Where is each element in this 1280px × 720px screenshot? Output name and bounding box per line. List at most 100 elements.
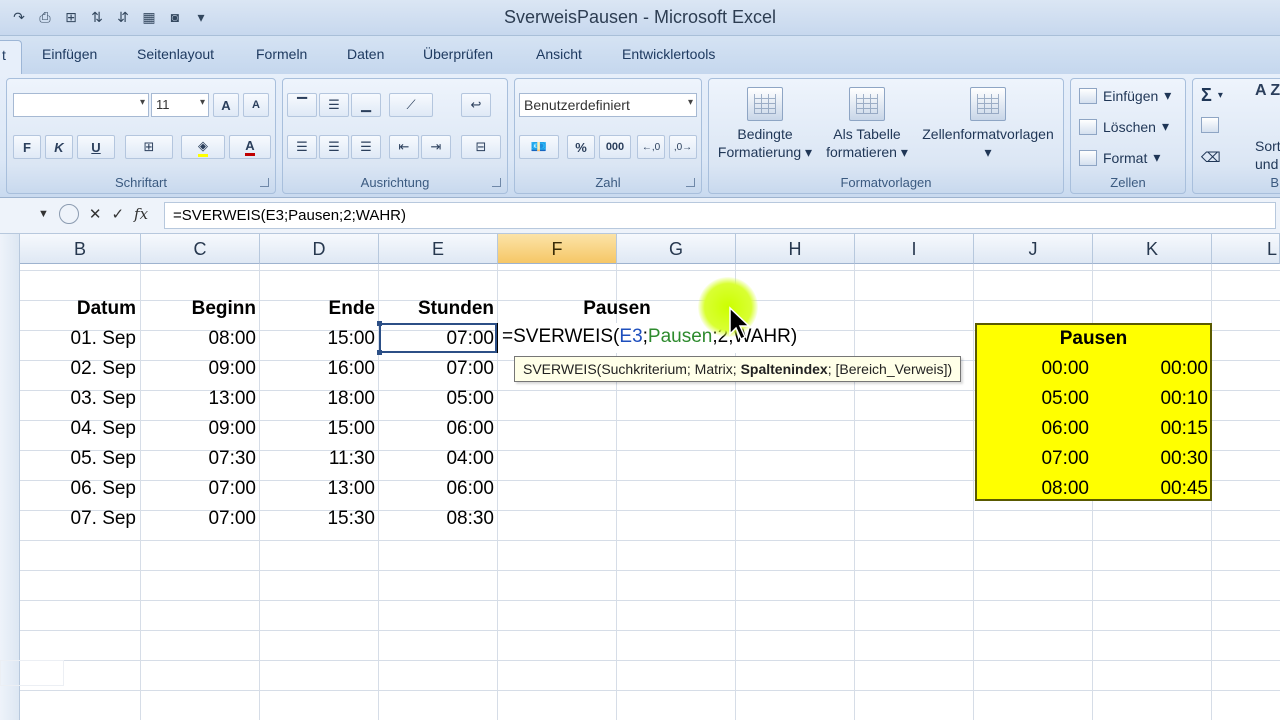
shrink-font-button[interactable]: A — [243, 93, 269, 117]
cell-datum[interactable]: 07. Sep — [20, 504, 137, 534]
column-header-e[interactable]: E — [379, 234, 498, 264]
lookup-pause[interactable]: 00:30 — [1093, 444, 1208, 474]
cell-datum[interactable]: 02. Sep — [20, 354, 137, 384]
align-bottom-button[interactable]: ▁ — [351, 93, 381, 117]
cell-stunden[interactable]: 05:00 — [379, 384, 494, 414]
cancel-icon[interactable]: ✕ — [89, 205, 102, 223]
clear-button[interactable]: ⌫ — [1201, 149, 1221, 166]
cell-beginn[interactable]: 07:00 — [141, 504, 256, 534]
column-header-c[interactable]: C — [141, 234, 260, 264]
tab-ansicht[interactable]: Ansicht — [536, 46, 582, 62]
cell-ende[interactable]: 16:00 — [260, 354, 375, 384]
percent-button[interactable]: % — [567, 135, 595, 159]
header-stunden[interactable]: Stunden — [379, 294, 494, 324]
cell-ende[interactable]: 15:30 — [260, 504, 375, 534]
tab-formeln[interactable]: Formeln — [256, 46, 307, 62]
bold-button[interactable]: F — [13, 135, 41, 159]
orientation-button[interactable]: ⟋ — [389, 93, 433, 117]
cell-datum[interactable]: 06. Sep — [20, 474, 137, 504]
header-datum[interactable]: Datum — [20, 294, 136, 324]
currency-button[interactable]: 💶 — [519, 135, 559, 159]
number-dialog-launcher[interactable] — [686, 178, 695, 187]
column-header-l[interactable]: L — [1212, 234, 1280, 264]
italic-button[interactable]: K — [45, 135, 73, 159]
lookup-from[interactable]: 08:00 — [975, 474, 1089, 504]
cell-beginn[interactable]: 07:00 — [141, 474, 256, 504]
lookup-title[interactable]: Pausen — [975, 324, 1212, 354]
border-button[interactable]: ⊞ — [125, 135, 173, 159]
enter-icon[interactable]: ✓ — [111, 205, 124, 223]
lookup-pause[interactable]: 00:00 — [1093, 354, 1208, 384]
alignment-dialog-launcher[interactable] — [492, 178, 501, 187]
thousands-button[interactable]: 000 — [599, 135, 631, 159]
autosum-button[interactable]: Σ ▾ — [1201, 85, 1223, 106]
namebox-dropdown-icon[interactable]: ▼ — [38, 208, 49, 220]
cell-datum[interactable]: 03. Sep — [20, 384, 137, 414]
number-format-select[interactable]: Benutzerdefiniert ▾ — [519, 93, 697, 117]
font-name-select[interactable]: ▾ — [13, 93, 149, 117]
cell-beginn[interactable]: 09:00 — [141, 354, 256, 384]
align-right-button[interactable]: ☰ — [351, 135, 381, 159]
delete-cells-button[interactable]: Löschen ▾ — [1079, 118, 1169, 135]
cell-stunden[interactable]: 04:00 — [379, 444, 494, 474]
cell-ende[interactable]: 15:00 — [260, 414, 375, 444]
sort-filter-button[interactable]: Sort und F — [1255, 137, 1280, 173]
tab-daten[interactable]: Daten — [347, 46, 384, 62]
decrease-decimal-button[interactable]: ,0→ — [669, 135, 697, 159]
font-size-select[interactable]: 11 ▾ — [151, 93, 209, 117]
wrap-text-button[interactable]: ↩ — [461, 93, 491, 117]
cell-ende[interactable]: 11:30 — [260, 444, 375, 474]
insert-function-button[interactable]: fx — [134, 205, 148, 223]
decrease-indent-button[interactable]: ⇤ — [389, 135, 419, 159]
align-center-button[interactable]: ☰ — [319, 135, 349, 159]
increase-decimal-button[interactable]: ←,0 — [637, 135, 665, 159]
align-top-button[interactable]: ▔ — [287, 93, 317, 117]
lookup-pause[interactable]: 00:45 — [1093, 474, 1208, 504]
column-header-b[interactable]: B — [20, 234, 141, 264]
cell-styles-button[interactable]: Zellenformatvorlagen ▾ — [915, 87, 1061, 161]
tab-ueberpruefen[interactable]: Überprüfen — [423, 46, 493, 62]
tab-einfuegen[interactable]: Einfügen — [42, 46, 97, 62]
cell-beginn[interactable]: 08:00 — [141, 324, 256, 354]
column-header-d[interactable]: D — [260, 234, 379, 264]
cell-stunden[interactable]: 08:30 — [379, 504, 494, 534]
cell-beginn[interactable]: 09:00 — [141, 414, 256, 444]
lookup-from[interactable]: 06:00 — [975, 414, 1089, 444]
tab-entwicklertools[interactable]: Entwicklertools — [622, 46, 715, 62]
column-header-g[interactable]: G — [617, 234, 736, 264]
lookup-from[interactable]: 05:00 — [975, 384, 1089, 414]
format-as-table-button[interactable]: Als Tabelle formatieren ▾ — [819, 87, 915, 161]
cell-stunden[interactable]: 06:00 — [379, 474, 494, 504]
cell-ende[interactable]: 18:00 — [260, 384, 375, 414]
align-middle-button[interactable]: ☰ — [319, 93, 349, 117]
column-header-j[interactable]: J — [974, 234, 1093, 264]
format-cells-button[interactable]: Format ▾ — [1079, 149, 1160, 166]
cell-datum[interactable]: 05. Sep — [20, 444, 137, 474]
cell-datum[interactable]: 04. Sep — [20, 414, 137, 444]
conditional-formatting-button[interactable]: Bedingte Formatierung ▾ — [713, 87, 817, 161]
cell-ende[interactable]: 13:00 — [260, 474, 375, 504]
fill-color-button[interactable]: ◈ — [181, 135, 225, 159]
lookup-from[interactable]: 00:00 — [975, 354, 1089, 384]
cell-beginn[interactable]: 07:30 — [141, 444, 256, 474]
cell-ende[interactable]: 15:00 — [260, 324, 375, 354]
tab-active[interactable]: t — [0, 40, 22, 74]
tab-seitenlayout[interactable]: Seitenlayout — [137, 46, 214, 62]
cell-stunden[interactable]: 07:00 — [379, 354, 494, 384]
fill-button[interactable] — [1201, 117, 1219, 133]
column-header-h[interactable]: H — [736, 234, 855, 264]
column-header-i[interactable]: I — [855, 234, 974, 264]
font-dialog-launcher[interactable] — [260, 178, 269, 187]
align-left-button[interactable]: ☰ — [287, 135, 317, 159]
formula-input[interactable]: =SVERWEIS(E3;Pausen;2;WAHR) — [164, 202, 1276, 229]
cell-stunden[interactable]: 06:00 — [379, 414, 494, 444]
font-color-button[interactable]: A — [229, 135, 271, 159]
lookup-pause[interactable]: 00:15 — [1093, 414, 1208, 444]
column-header-f[interactable]: F — [498, 234, 617, 264]
function-argument-tooltip[interactable]: SVERWEIS(Suchkriterium; Matrix; Spalteni… — [514, 356, 962, 382]
header-beginn[interactable]: Beginn — [141, 294, 256, 324]
column-header-k[interactable]: K — [1093, 234, 1212, 264]
grow-font-button[interactable]: A — [213, 93, 239, 117]
lookup-pause[interactable]: 00:10 — [1093, 384, 1208, 414]
header-ende[interactable]: Ende — [260, 294, 375, 324]
